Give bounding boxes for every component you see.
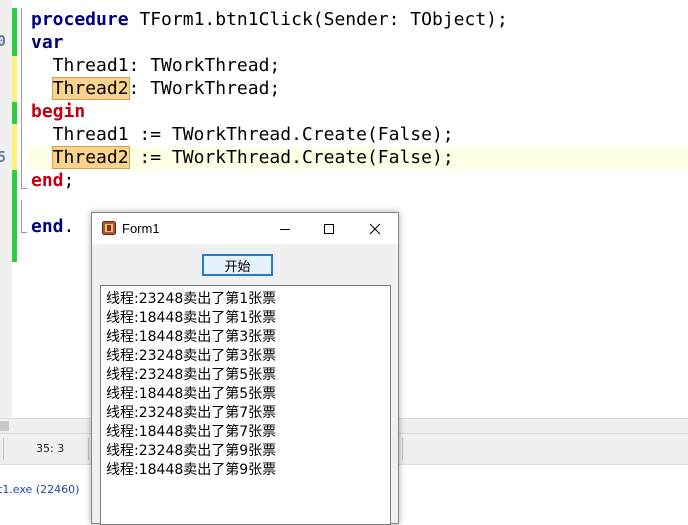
form1-window: Form1 开始 线程:23248卖出了第1张票 线程:18448卖出了第1张票… [91,212,399,525]
code-text: TForm1.btn1Click(Sender: TObject); [128,9,508,30]
code-line-end-semicolon[interactable]: end; [31,170,74,193]
identifier-highlight: Thread2 [51,146,130,169]
code-line-thread1-create[interactable]: Thread1 := TWorkThread.Create(False); [31,124,454,147]
memo-line: 线程:23248卖出了第1张票 [106,291,277,307]
change-bar-saved [12,170,17,262]
line-number: 0 [0,32,7,50]
code-line-var[interactable]: var [31,32,64,55]
status-separator [402,438,403,460]
keyword: procedure [31,9,129,30]
memo-line: 线程:23248卖出了第3张票 [106,348,277,364]
code-line-thread2-create[interactable]: Thread2 := TWorkThread.Create(False); [31,146,454,170]
change-bar-saved [12,32,17,56]
identifier-highlight: Thread2 [51,77,130,100]
code-line-end-dot[interactable]: end. [31,216,74,239]
close-icon [369,223,381,234]
change-bar-modified [12,56,17,102]
keyword: begin [31,101,86,122]
output-memo[interactable]: 线程:23248卖出了第1张票 线程:18448卖出了第1张票 线程:18448… [100,285,391,525]
code-line-begin[interactable]: begin [31,101,85,124]
line-number: 5 [0,148,7,166]
code-text: := TWorkThread.Create(False); [128,147,454,168]
fold-line [21,8,22,188]
title-bar[interactable]: Form1 [92,213,398,244]
memo-line: 线程:18448卖出了第7张票 [106,424,277,440]
memo-line: 线程:18448卖出了第5张票 [106,386,277,402]
status-separator [3,438,4,460]
delphi-app-icon [102,221,116,235]
code-line-procedure[interactable]: procedure TForm1.btn1Click(Sender: TObje… [31,9,508,32]
minimize-icon [280,228,290,230]
fold-end-tick [21,232,27,233]
maximize-icon [324,223,334,234]
editor-gutter: 0 5 [0,0,12,418]
change-bar-modified [12,124,17,170]
close-button[interactable] [352,213,398,244]
memo-line: 线程:23248卖出了第7张票 [106,405,277,421]
minimize-button[interactable] [262,213,308,244]
cursor-position: 35: 3 [36,442,65,455]
status-separator [88,438,89,460]
maximize-button[interactable] [306,213,352,244]
code-text: Thread1: TWorkThread; [31,55,281,76]
scrollbar-thumb[interactable] [0,421,9,431]
memo-line: 线程:23248卖出了第5张票 [106,367,277,383]
memo-line: 线程:18448卖出了第3张票 [106,329,277,345]
memo-line: 线程:18448卖出了第1张票 [106,310,277,326]
keyword: end [31,170,64,191]
keyword: end [31,216,64,237]
change-bar-saved [12,8,17,32]
code-line-thread1-decl[interactable]: Thread1: TWorkThread; [31,55,281,78]
window-title: Form1 [122,221,160,236]
code-text: . [63,216,75,237]
change-bar-saved [12,102,17,124]
memo-line: 线程:23248卖出了第9张票 [106,443,277,459]
process-message: t1.exe (22460) [0,483,80,496]
memo-line: 线程:18448卖出了第9张票 [106,462,277,478]
code-line-thread2-decl[interactable]: Thread2: TWorkThread; [31,77,281,101]
code-text: : TWorkThread; [128,78,281,99]
keyword: var [31,32,64,53]
code-text: Thread1 := TWorkThread.Create(False); [31,124,454,145]
fold-end-tick [21,188,27,189]
fold-line [21,200,22,232]
code-text: ; [63,170,75,191]
start-button[interactable]: 开始 [202,254,273,276]
